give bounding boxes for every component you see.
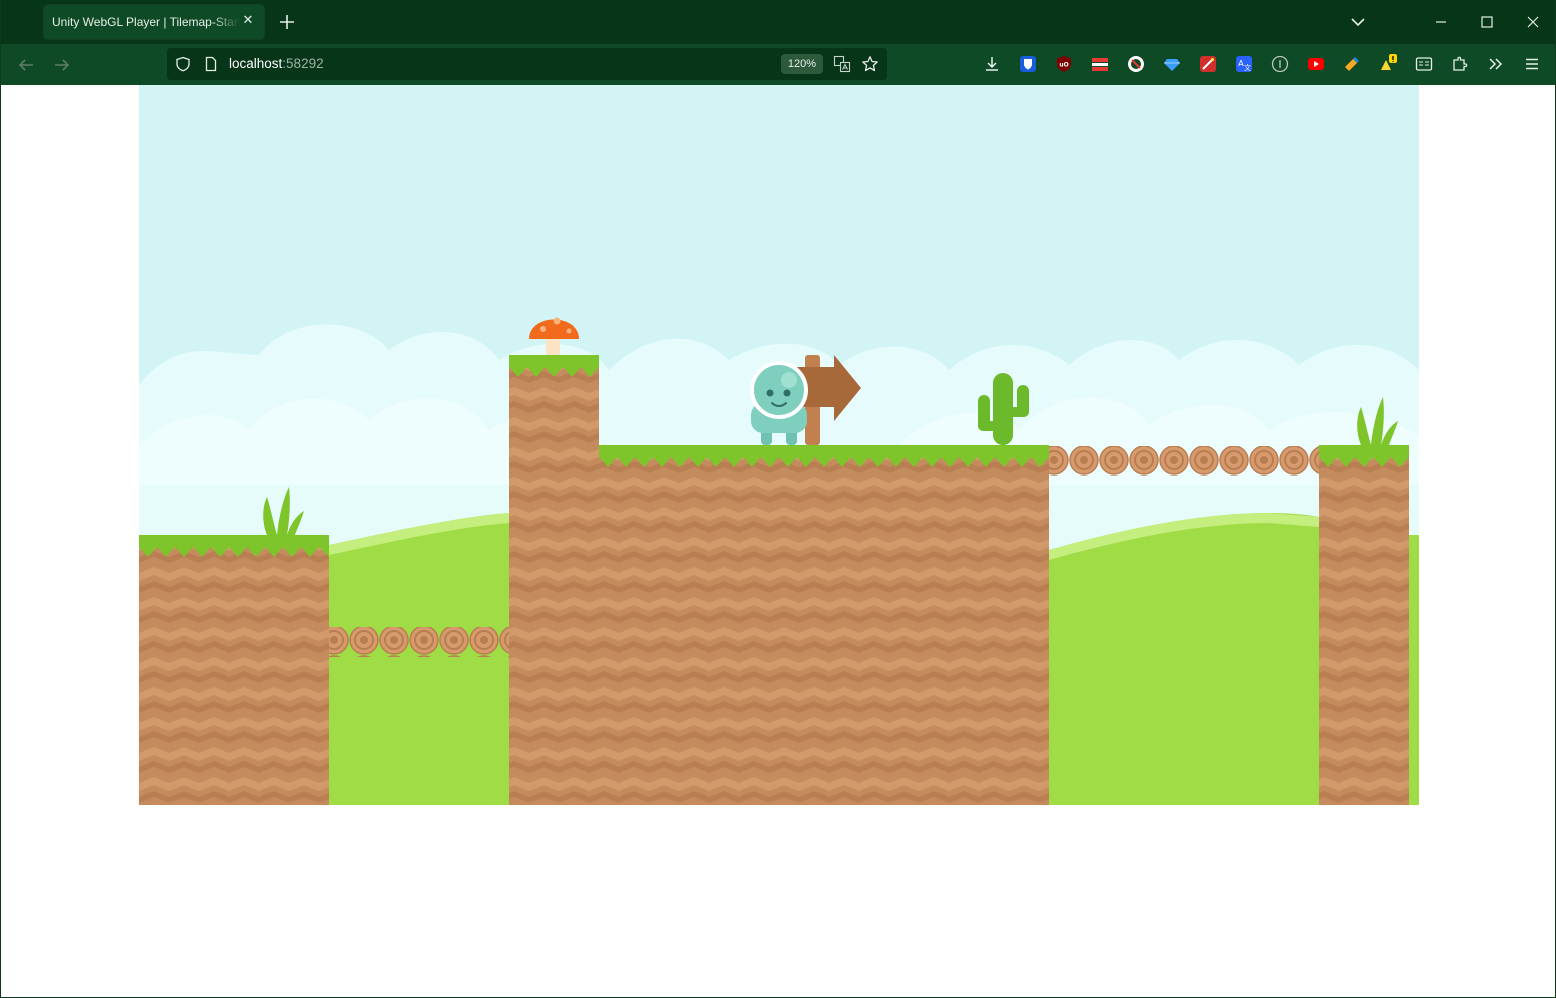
extension-circle-icon[interactable] [1126,54,1146,74]
tab-active[interactable]: Unity WebGL Player | Tilemap-Starter ✕ [44,5,264,39]
new-tab-icon[interactable] [277,12,297,32]
svg-text:文: 文 [1244,63,1251,72]
tab-close-icon[interactable]: ✕ [240,13,256,29]
page-icon[interactable] [203,56,219,72]
notification-extension-icon[interactable] [1378,54,1398,74]
chevron-double-right-icon[interactable] [1486,54,1506,74]
star-icon[interactable] [861,55,879,73]
reader-view-icon[interactable] [1414,54,1434,74]
hamburger-icon[interactable] [1522,54,1542,74]
ground-pillar [509,355,599,805]
minimize-icon[interactable] [1431,12,1451,32]
gem-icon[interactable] [1162,54,1182,74]
translate-extension-icon[interactable]: A 文 [1234,54,1254,74]
log-bridge-left [329,627,509,657]
ground-block-middle [599,445,1049,805]
arrow-right-icon[interactable] [51,54,73,76]
tab-title: Unity WebGL Player | Tilemap-Starter [52,15,240,29]
magic-wand-icon[interactable] [1198,54,1218,74]
hill-right [1049,513,1319,805]
ground-block-right [1319,445,1409,805]
url-host: localhost [229,56,283,71]
game-scene [139,85,1419,805]
youtube-icon[interactable] [1306,54,1326,74]
log-bridge-right [1049,446,1319,476]
maximize-icon[interactable] [1477,12,1497,32]
url-text[interactable]: localhost:58292 [229,56,324,71]
bitwarden-icon[interactable] [1018,54,1038,74]
extension-stack-icon[interactable] [1090,54,1110,74]
download-icon[interactable] [982,54,1002,74]
info-circle-icon[interactable] [1270,54,1290,74]
arrow-left-icon[interactable] [15,54,37,76]
hill-left [329,513,509,805]
chevron-down-icon[interactable] [1348,12,1368,32]
translate-icon[interactable] [833,55,851,73]
close-window-icon[interactable] [1523,12,1543,32]
browser-window: Unity WebGL Player | Tilemap-Starter ✕ l… [0,0,1556,998]
tab-strip: Unity WebGL Player | Tilemap-Starter ✕ [1,0,1555,44]
ublock-origin-icon[interactable]: uO [1054,54,1074,74]
url-port: :58292 [282,56,324,71]
navigation-bar: localhost:58292 120% uO A 文 [1,44,1555,85]
pencil-extension-icon[interactable] [1342,54,1362,74]
zoom-indicator[interactable]: 120% [781,54,823,74]
shield-icon[interactable] [175,56,191,72]
url-bar[interactable]: localhost:58292 120% [167,48,887,80]
puzzle-icon[interactable] [1450,54,1470,74]
unity-webgl-canvas[interactable] [139,85,1419,805]
ground-block-left [139,535,329,805]
svg-text:uO: uO [1059,62,1068,69]
